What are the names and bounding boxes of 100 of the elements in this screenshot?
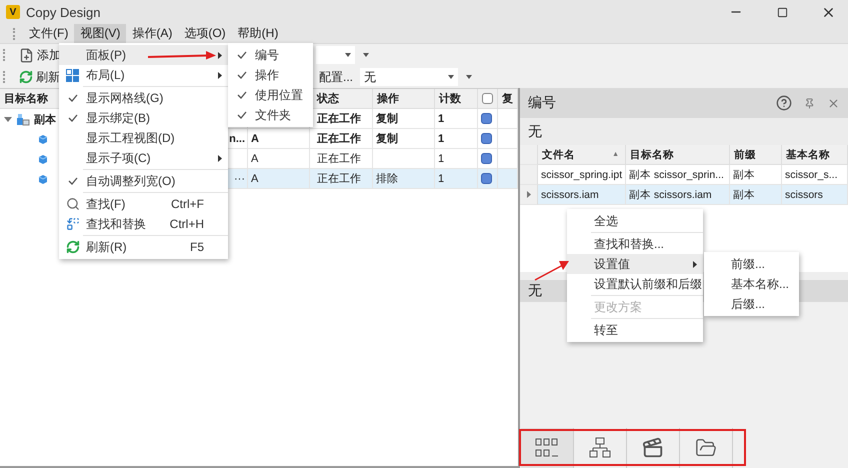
column-header[interactable]: 目标名称 [626, 145, 730, 165]
submenu-arrow-icon [218, 154, 222, 162]
hierarchy-icon [589, 437, 611, 459]
menu-item[interactable]: 前缀... [704, 254, 799, 274]
menu-item[interactable]: 转至 [567, 320, 703, 340]
checkmark-icon [68, 114, 78, 122]
table-cell: scissors [782, 185, 848, 205]
add-file-icon [19, 48, 34, 62]
config-button[interactable]: 配置... [316, 68, 356, 86]
menu-item[interactable]: 刷新(R) F5 [59, 237, 228, 257]
menu-item[interactable]: 面板(P) [59, 45, 228, 65]
column-header[interactable]: 计数 [435, 89, 478, 109]
maximize-icon[interactable] [776, 6, 788, 18]
annotation-arrow [146, 50, 218, 62]
table-cell: 复制 [373, 129, 435, 149]
submenu-arrow-icon [218, 52, 222, 58]
table-cell: A [248, 169, 310, 189]
menu-item[interactable]: 文件(F) [23, 24, 74, 43]
panel-tab[interactable] [521, 428, 574, 468]
menu-item[interactable]: 选项(O) [178, 24, 232, 43]
caret-icon [448, 75, 454, 79]
checkbox[interactable] [481, 113, 492, 124]
table-cell: scissor_s... [782, 165, 848, 185]
scheme-label: 无 [528, 122, 542, 140]
menu-item[interactable]: 操作(A) [126, 24, 178, 43]
table-cell: A [248, 149, 310, 169]
menu-item[interactable]: 基本名称... [704, 274, 799, 294]
menu-item[interactable]: 设置值 [567, 254, 703, 274]
table-cell: 1 [435, 129, 478, 149]
annotation-arrow [533, 259, 571, 283]
refresh-icon [19, 70, 33, 84]
menu-item[interactable]: 全选 [567, 211, 703, 231]
pin-icon[interactable] [804, 98, 815, 108]
table-cell: 1 [435, 109, 478, 129]
folder-icon [695, 437, 717, 459]
column-header[interactable]: 复 [498, 89, 518, 109]
menu-item[interactable]: 显示绑定(B) [59, 108, 228, 128]
column-header[interactable]: 操作 [373, 89, 435, 109]
grid-icon [535, 438, 559, 458]
submenu-arrow-icon [218, 72, 222, 78]
menu-item[interactable]: 视图(V) [74, 24, 126, 43]
menu-item[interactable]: 查找(F) Ctrl+F [59, 194, 228, 214]
name-cell-text: 副本 [34, 112, 56, 126]
caret-icon [363, 53, 369, 57]
table-cell: 排除 [373, 169, 435, 189]
checkbox[interactable] [481, 173, 492, 184]
table-cell: 正在工作 [310, 169, 373, 189]
table-cell: A [248, 129, 310, 149]
app-logo: V [6, 5, 20, 19]
row-header[interactable] [520, 185, 538, 205]
column-header[interactable]: 状态 [310, 89, 373, 109]
table-cell: 复制 [373, 109, 435, 129]
cube-icon [38, 174, 48, 184]
checkmark-icon [236, 91, 246, 99]
expanded-arrow-icon[interactable] [4, 115, 12, 123]
cube-icon [38, 154, 48, 164]
checkmark-icon [68, 177, 78, 185]
caret-icon [466, 75, 472, 79]
checkmark-icon [236, 51, 246, 59]
menu-item[interactable]: 文件夹 [228, 105, 313, 125]
table-cell: 正在工作 [310, 149, 373, 169]
checkmark-icon [236, 111, 246, 119]
caret-icon [345, 53, 351, 57]
table-cell: 副本 scissors.iam [626, 185, 730, 205]
column-header[interactable]: 基本名称 [782, 145, 848, 165]
submenu-arrow-icon [693, 260, 697, 268]
menu-item[interactable]: 帮助(H) [232, 24, 284, 43]
menu-item[interactable]: 显示网格线(G) [59, 88, 228, 108]
table-cell: 副本 [730, 185, 782, 205]
table-cell: 正在工作 [310, 109, 373, 129]
window-title: Copy Design [26, 4, 100, 20]
menu-item[interactable]: 查找和替换 Ctrl+H [59, 214, 228, 234]
menu-item[interactable]: 后缀... [704, 294, 799, 314]
checkbox[interactable] [481, 133, 492, 144]
table-cell: 副本 scissor_sprin... [626, 165, 730, 185]
replace-icon [66, 217, 80, 231]
checkbox[interactable] [481, 153, 492, 164]
menu-item[interactable]: 设置默认前缀和后缀 [567, 274, 703, 294]
menu-item[interactable]: 显示子项(C) [59, 148, 228, 168]
menu-item[interactable]: 查找和替换... [567, 234, 703, 254]
refresh-icon [66, 240, 80, 254]
menu-item[interactable]: 使用位置 [228, 85, 313, 105]
menu-item[interactable]: 操作 [228, 65, 313, 85]
table-cell: scissors.iam [538, 185, 626, 205]
column-header[interactable] [478, 89, 498, 109]
checkbox[interactable] [482, 93, 493, 104]
table-cell: 1 [435, 149, 478, 169]
scheme-dropdown[interactable]: 无 [360, 68, 458, 86]
table-cell: 1 [435, 169, 478, 189]
cube-icon [38, 134, 48, 144]
checkmark-icon [68, 94, 78, 102]
menu-item[interactable]: 编号 [228, 45, 313, 65]
table-cell: scissor_spring.ipt [538, 165, 626, 185]
table-cell: 正在工作 [310, 129, 373, 149]
column-header[interactable]: 前缀 [730, 145, 782, 165]
table-cell: 副本 [730, 165, 782, 185]
scheme-label: 无 [528, 282, 542, 300]
checkmark-icon [236, 71, 246, 79]
search-icon [66, 197, 80, 211]
help-icon[interactable] [776, 95, 792, 111]
